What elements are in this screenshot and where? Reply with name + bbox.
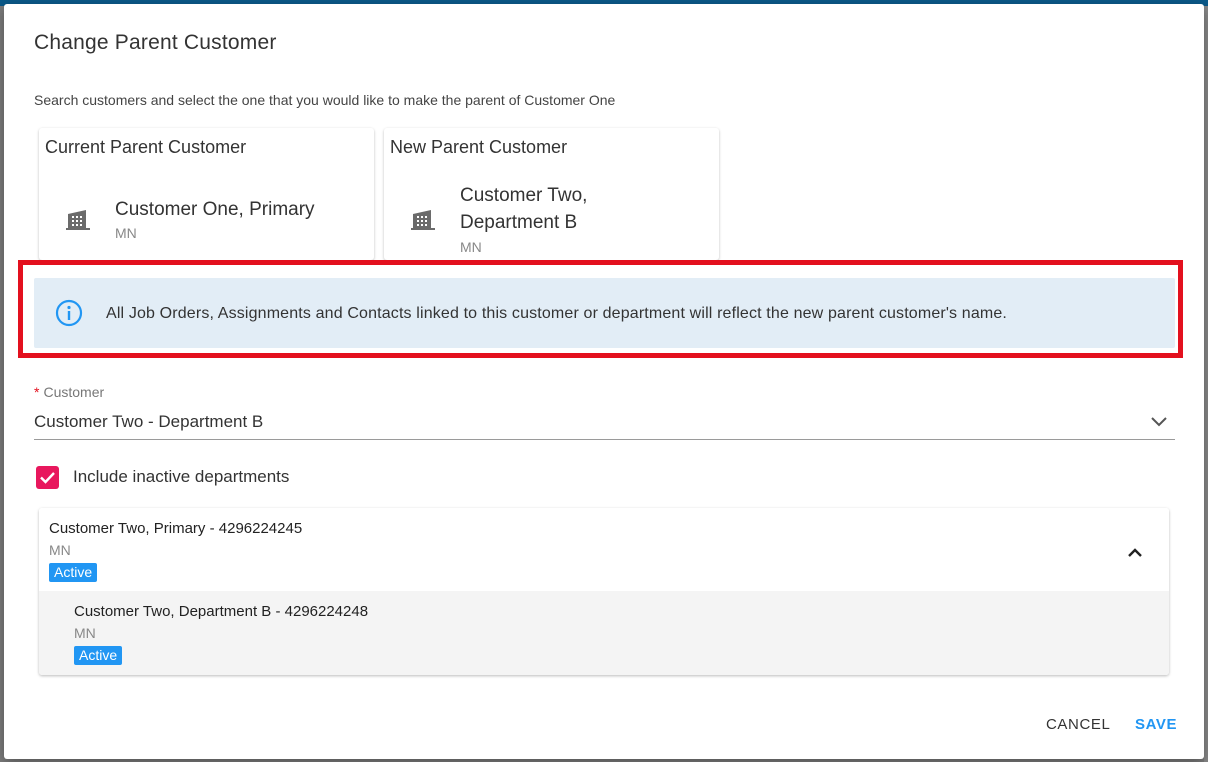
cancel-button[interactable]: CANCEL (1046, 716, 1110, 733)
background-app-edge (1204, 6, 1208, 762)
new-parent-card: New Parent Customer Customer Two, Depart… (384, 128, 719, 260)
customer-field-underline (34, 439, 1175, 440)
list-item-state: MN (74, 625, 96, 641)
customer-results-list: Customer Two, Primary - 4296224245 MN Ac… (39, 508, 1169, 675)
list-item-parent[interactable]: Customer Two, Primary - 4296224245 MN Ac… (39, 508, 1169, 591)
building-icon (411, 210, 435, 230)
list-item-title: Customer Two, Primary - 4296224245 (49, 520, 303, 537)
checkmark-icon (40, 472, 55, 484)
chevron-down-icon[interactable] (1149, 414, 1169, 430)
new-parent-header: New Parent Customer (390, 137, 568, 157)
include-inactive-label[interactable]: Include inactive departments (73, 467, 289, 487)
chevron-up-icon[interactable] (1126, 546, 1144, 558)
dialog-instruction: Search customers and select the one that… (34, 92, 616, 108)
change-parent-dialog: Change Parent Customer Search customers … (4, 4, 1204, 759)
customer-field-label-text: Customer (43, 384, 105, 400)
status-badge: Active (49, 563, 98, 582)
building-icon (66, 210, 90, 230)
list-item-title: Customer Two, Department B - 4296224248 (74, 603, 369, 620)
new-parent-name: Customer Two, Department B (460, 185, 588, 233)
alert-highlight-frame (18, 260, 1183, 358)
current-parent-card: Current Parent Customer Customer One, Pr… (39, 128, 374, 260)
save-button[interactable]: SAVE (1135, 716, 1177, 733)
current-parent-name: Customer One, Primary (115, 199, 315, 220)
include-inactive-checkbox[interactable] (36, 466, 59, 489)
dialog-title: Change Parent Customer (34, 31, 277, 54)
new-parent-state: MN (460, 239, 482, 255)
list-item-state: MN (49, 542, 71, 558)
required-marker: * (34, 384, 40, 400)
status-badge: Active (74, 646, 123, 665)
customer-field-label: * Customer (34, 384, 104, 400)
current-parent-header: Current Parent Customer (45, 137, 247, 157)
customer-select[interactable]: Customer Two - Department B (34, 412, 263, 432)
list-item-child[interactable]: Customer Two, Department B - 4296224248 … (39, 591, 1169, 675)
current-parent-state: MN (115, 225, 137, 241)
